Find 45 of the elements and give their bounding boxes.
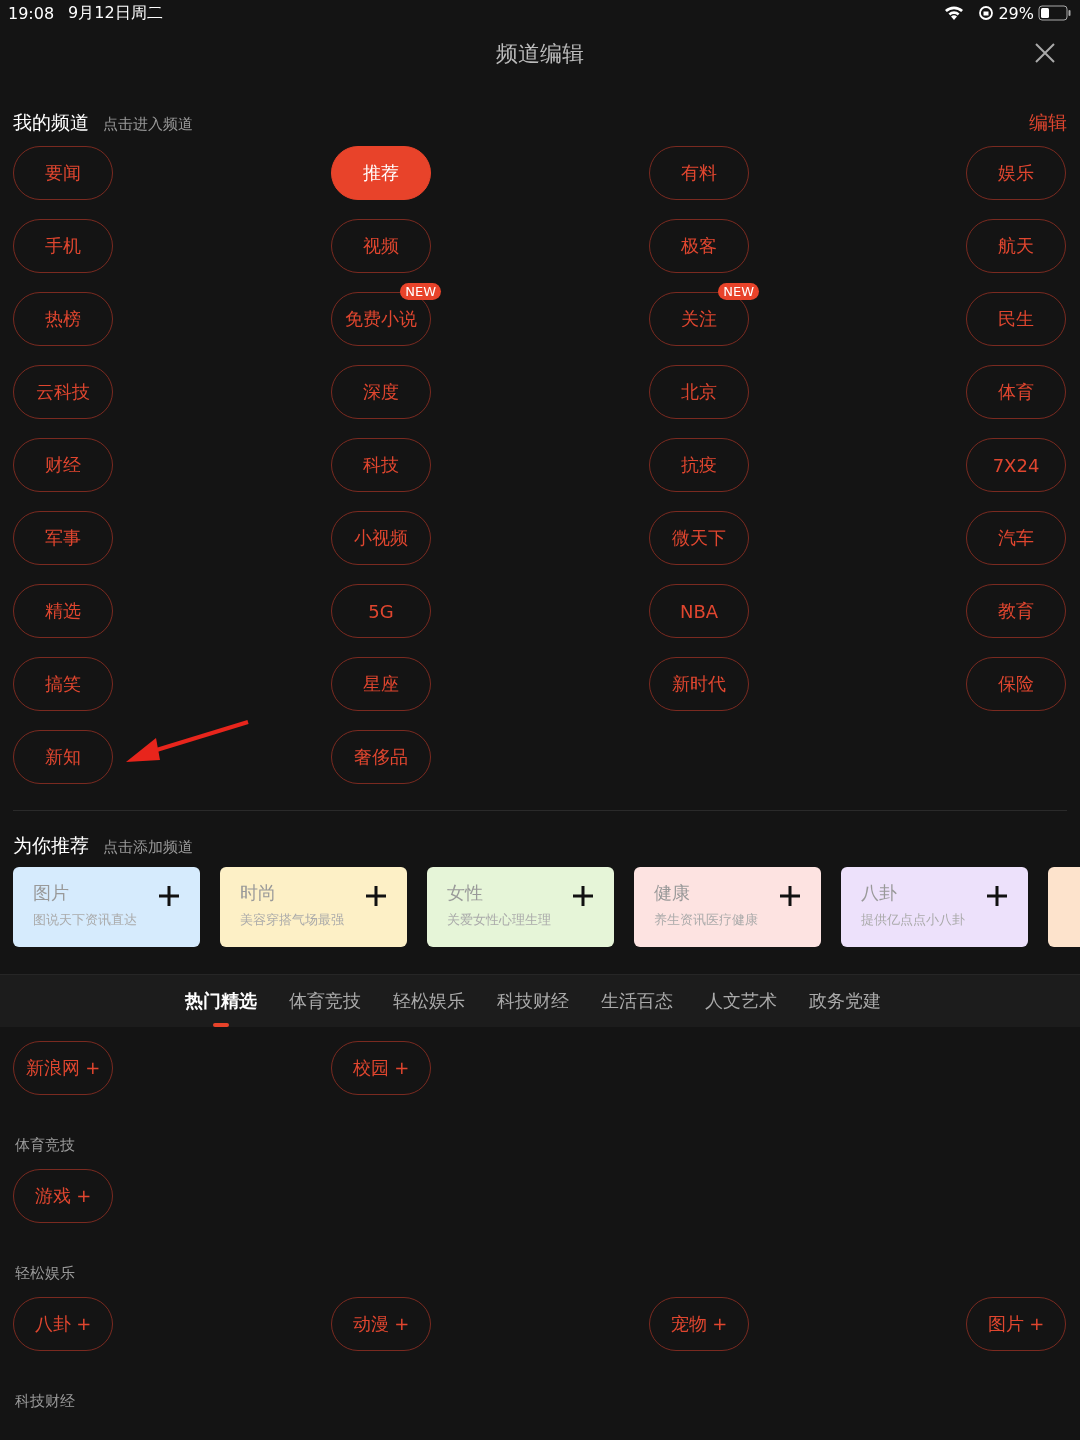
category-tab[interactable]: 轻松娱乐 xyxy=(393,981,465,1027)
channel-card[interactable]: 女性 关爱女性心理生理 xyxy=(427,867,614,947)
card-subtitle: 提供亿点点小八卦 xyxy=(861,911,965,929)
card-subtitle: 关爱女性心理生理 xyxy=(447,911,551,929)
plus-icon[interactable] xyxy=(572,885,594,907)
plus-icon[interactable] xyxy=(365,885,387,907)
channel-card[interactable]: 图片 图说天下资讯直达 xyxy=(13,867,200,947)
new-badge: NEW xyxy=(400,283,441,300)
plus-icon[interactable] xyxy=(779,885,801,907)
category-tab[interactable]: 政务党建 xyxy=(809,981,881,1027)
channel-card[interactable]: 健康 养生资讯医疗健康 xyxy=(634,867,821,947)
battery-icon xyxy=(1038,5,1072,21)
card-subtitle: 养生资讯医疗健康 xyxy=(654,911,758,929)
new-badge: NEW xyxy=(718,283,759,300)
card-title: 八卦 xyxy=(861,881,897,905)
card-title: 女性 xyxy=(447,881,483,905)
category-tab[interactable]: 科技财经 xyxy=(497,981,569,1027)
category-heading: 体育竞技 xyxy=(15,1135,75,1155)
section-title: 为你推荐 xyxy=(13,833,89,858)
edit-link[interactable]: 编辑 xyxy=(1029,110,1067,136)
channel-chip[interactable]: 推荐 xyxy=(331,146,431,200)
rotation-lock-icon xyxy=(978,5,995,21)
section-hint: 点击进入频道 xyxy=(103,115,193,134)
wifi-icon xyxy=(944,5,965,21)
category-tab[interactable]: 生活百态 xyxy=(601,981,673,1027)
status-date: 9月12日周二 xyxy=(68,2,163,24)
close-icon[interactable] xyxy=(1034,42,1056,64)
category-tab[interactable]: 人文艺术 xyxy=(705,981,777,1027)
card-title: 时尚 xyxy=(240,881,276,905)
status-time: 19:08 xyxy=(8,3,55,23)
category-heading: 轻松娱乐 xyxy=(15,1263,75,1283)
battery-percent: 29% xyxy=(998,3,1034,23)
category-tab[interactable]: 热门精选 xyxy=(185,981,257,1027)
page-title: 频道编辑 xyxy=(496,40,584,68)
card-subtitle: 美容穿搭气场最强 xyxy=(240,911,344,929)
channel-card[interactable]: 时尚 美容穿搭气场最强 xyxy=(220,867,407,947)
plus-icon[interactable] xyxy=(158,885,180,907)
card-title: 健康 xyxy=(654,881,690,905)
category-heading: 科技财经 xyxy=(15,1391,75,1411)
category-tab[interactable]: 体育竞技 xyxy=(289,981,361,1027)
card-subtitle: 图说天下资讯直达 xyxy=(33,911,137,929)
card-title: 图片 xyxy=(33,881,69,905)
section-title: 我的频道 xyxy=(13,110,89,135)
plus-icon[interactable] xyxy=(986,885,1008,907)
section-hint: 点击添加频道 xyxy=(103,838,193,857)
